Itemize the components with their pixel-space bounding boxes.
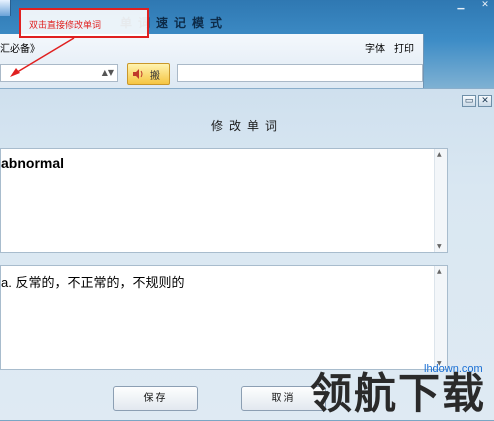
chevron-down-icon: ▲▼ [101,68,114,77]
word-field[interactable]: abnormal ▲ ▼ [0,148,448,253]
minimize-icon[interactable]: ▁ [452,0,470,10]
meaning-scrollbar[interactable]: ▲ ▼ [434,266,447,369]
dialog-close-icon[interactable]: ✕ [478,95,492,107]
word-value: abnormal [1,155,65,171]
dialog-minimize-icon[interactable]: ▭ [462,95,476,107]
scroll-down-icon[interactable]: ▼ [437,243,442,250]
annotation-text: 双击直接修改单词 [29,21,102,31]
word-scrollbar[interactable]: ▲ ▼ [434,149,447,252]
scroll-up-icon[interactable]: ▲ [437,151,442,158]
scroll-up-icon[interactable]: ▲ [437,268,442,275]
breadcrumb: 汇必备》 [0,44,40,55]
save-button[interactable]: 保存 [113,386,198,411]
speaker-label: 搬 [150,71,160,82]
font-menu[interactable]: 字体 [365,40,385,55]
dialog-title: 修改单词 [210,119,283,133]
speaker-button[interactable]: 搬 [127,63,170,85]
annotation-callout: 双击直接修改单词 [19,8,149,38]
meaning-value: a. 反常的，不正常的，不规则的 [1,275,185,290]
mode-select[interactable] [177,64,423,82]
app-icon [0,0,11,16]
meaning-field[interactable]: a. 反常的，不正常的，不规则的 ▲ ▼ [0,265,448,370]
close-icon[interactable]: ✕ [476,0,494,10]
print-menu[interactable]: 打印 [394,40,414,55]
watermark-domain: lhdown.com [424,363,483,375]
book-select[interactable]: ▲▼ [0,64,118,82]
speaker-icon [133,69,143,79]
